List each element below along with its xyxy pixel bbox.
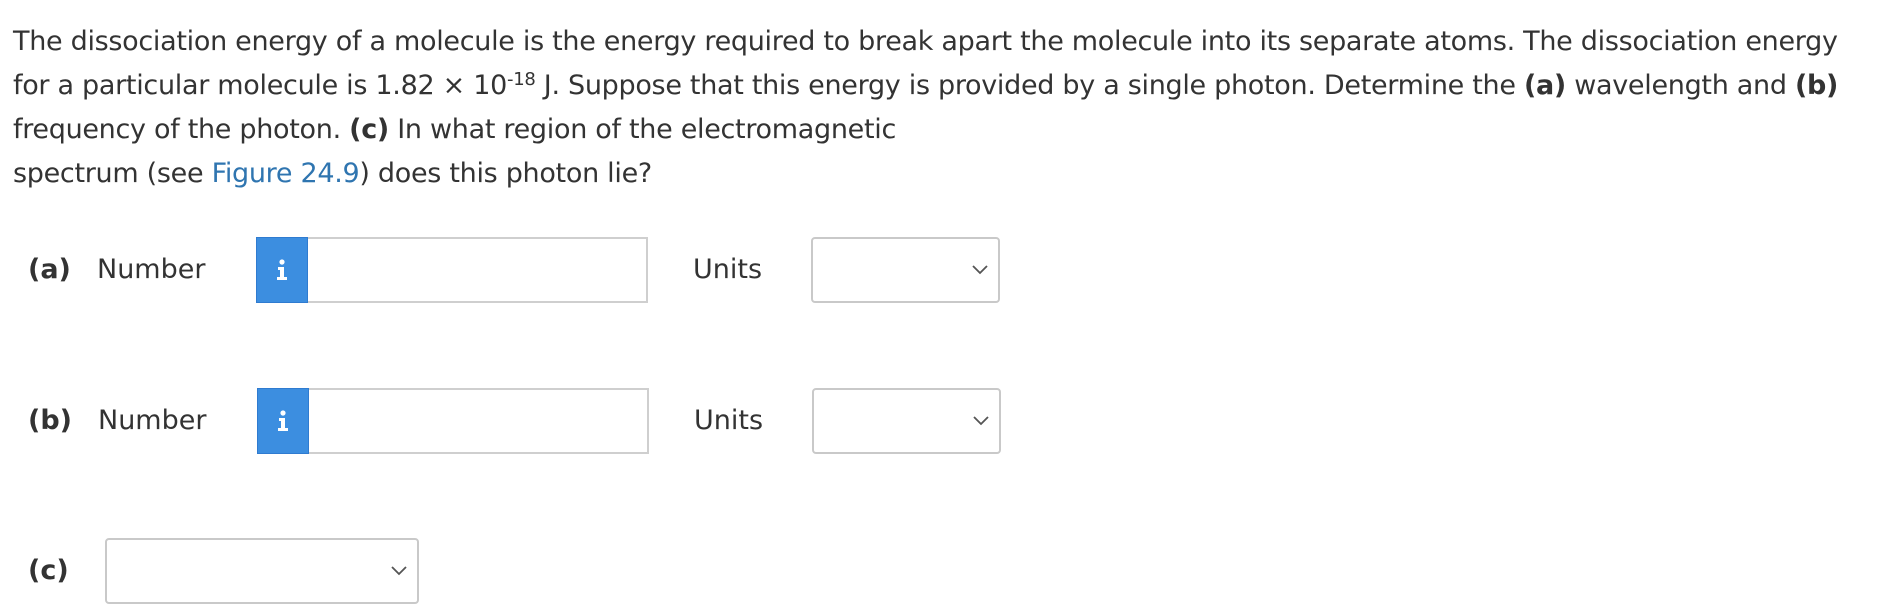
- units-select-a[interactable]: [811, 237, 1000, 303]
- question-text-6: spectrum (see: [13, 158, 212, 189]
- region-select-c[interactable]: [105, 538, 419, 604]
- number-label-a: Number: [97, 254, 206, 285]
- chevron-down-icon: [973, 416, 989, 426]
- chevron-down-icon: [391, 566, 407, 576]
- part-b-label: (b): [28, 405, 73, 436]
- units-label-b: Units: [694, 405, 764, 436]
- number-input-b[interactable]: [309, 388, 649, 454]
- units-label-a: Units: [693, 254, 763, 285]
- part-c-ref: (c): [349, 114, 389, 145]
- number-label-b: Number: [98, 405, 207, 436]
- question-text-4: frequency of the photon.: [13, 114, 350, 145]
- units-select-b[interactable]: [812, 388, 1001, 454]
- exponent: -18: [507, 69, 536, 90]
- info-button-b[interactable]: [257, 388, 309, 454]
- chevron-down-icon: [972, 265, 988, 275]
- info-icon: [277, 259, 287, 280]
- question-text: The dissociation energy of a molecule is…: [13, 20, 1853, 196]
- number-input-a[interactable]: [308, 237, 648, 303]
- question-text-3: wavelength and: [1565, 70, 1795, 101]
- info-icon: [278, 410, 288, 431]
- question-text-5: In what region of the electromagnetic: [388, 114, 897, 145]
- part-b-ref: (b): [1794, 70, 1839, 101]
- part-a-ref: (a): [1523, 70, 1566, 101]
- info-button-a[interactable]: [256, 237, 308, 303]
- part-c-label: (c): [28, 555, 69, 586]
- part-a-label: (a): [28, 254, 71, 285]
- question-text-7: ) does this photon lie?: [359, 158, 652, 189]
- question-text-2: J. Suppose that this energy is provided …: [535, 70, 1524, 101]
- figure-link[interactable]: Figure 24.9: [212, 158, 360, 189]
